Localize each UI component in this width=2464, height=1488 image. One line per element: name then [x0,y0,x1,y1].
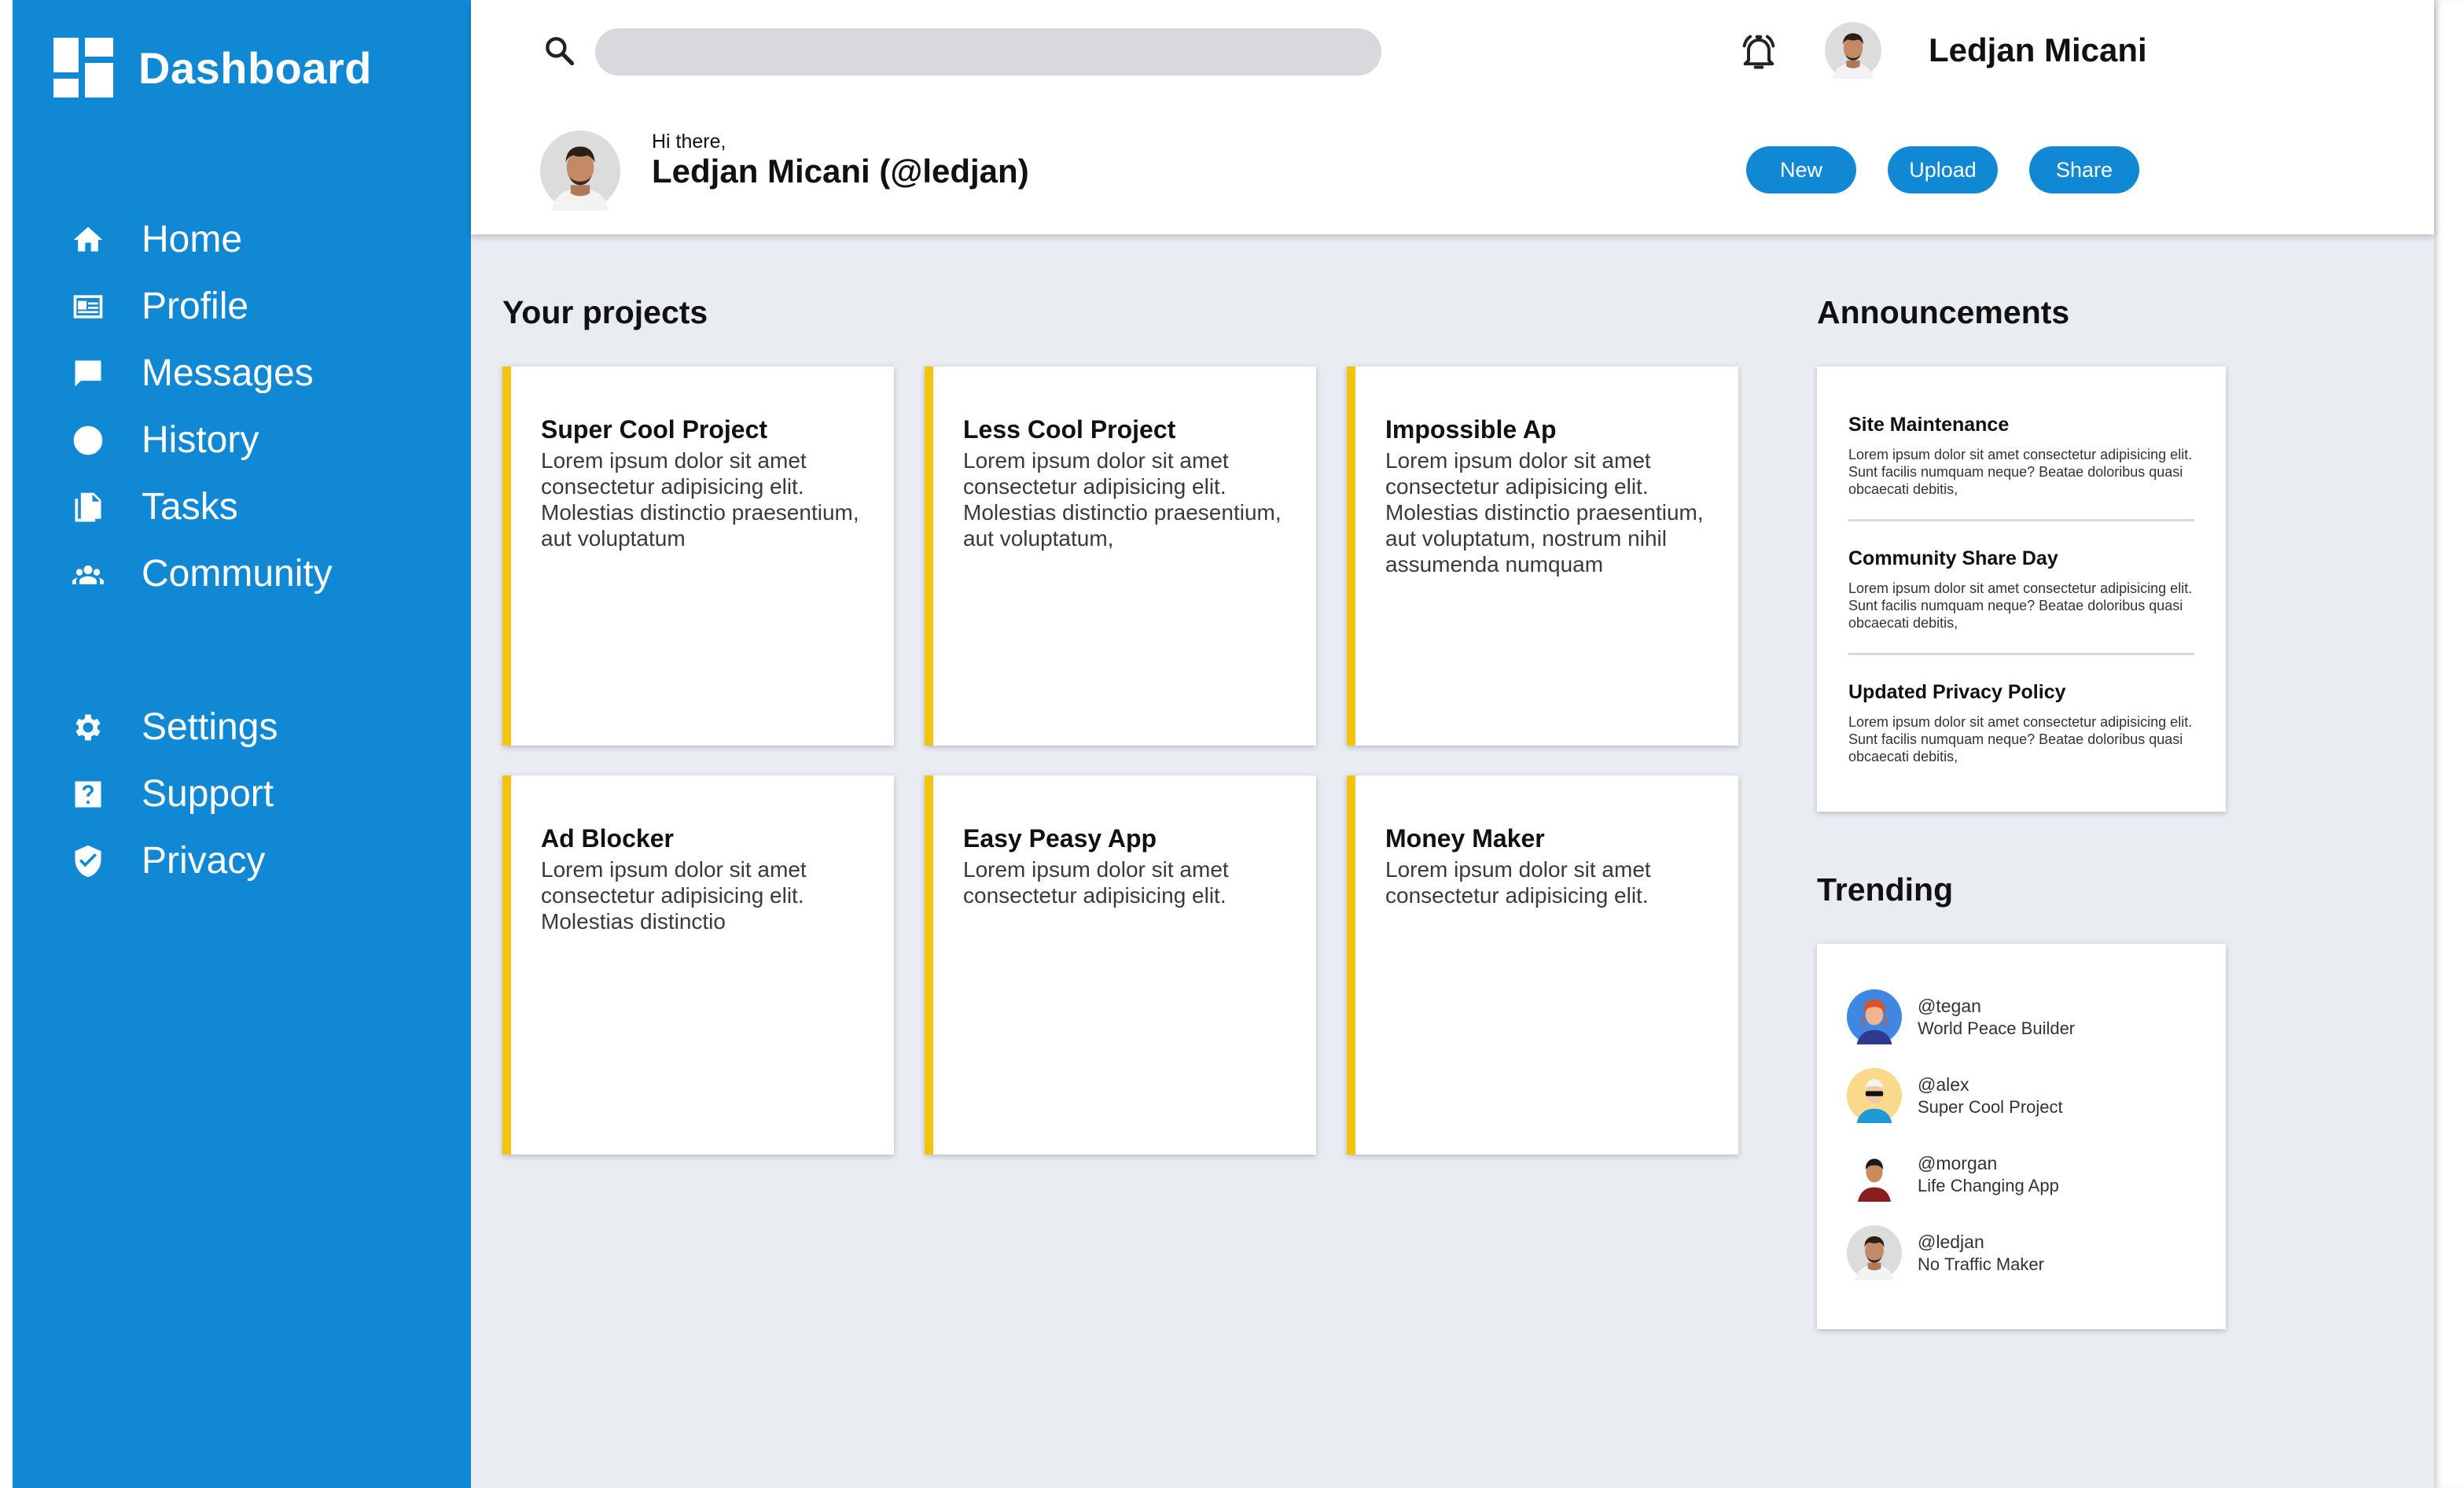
trending-project: No Traffic Maker [1918,1254,2044,1274]
sidebar-item-privacy[interactable]: Privacy [13,827,471,894]
sidebar-item-settings[interactable]: Settings [13,694,471,761]
upload-button[interactable]: Upload [1888,146,1998,193]
trending-project: Life Changing App [1918,1175,2059,1195]
sidebar-item-home[interactable]: Home [13,206,471,273]
project-title: Ad Blocker [541,824,674,853]
trending-item[interactable]: @alex Super Cool Project [1847,1068,2193,1123]
trending-item[interactable]: @tegan World Peace Builder [1847,989,2193,1044]
sidebar-item-profile[interactable]: Profile [13,273,471,340]
trending-project: Super Cool Project [1918,1096,2063,1117]
sidebar-item-label: Home [142,219,243,260]
project-title: Impossible Ap [1385,415,1557,444]
project-title: Money Maker [1385,824,1545,853]
greeting-name: Ledjan Micani (@ledjan) [652,153,1029,190]
gear-icon [68,707,108,748]
divider [1848,519,2194,521]
announcements-title: Announcements [1817,294,2070,330]
search-input[interactable] [595,28,1381,76]
chat-icon [68,353,108,394]
announcement-item[interactable]: Site Maintenance Lorem ipsum dolor sit a… [1848,414,2194,498]
avatar [1847,1147,1902,1202]
announcement-item[interactable]: Community Share Day Lorem ipsum dolor si… [1848,547,2194,632]
sidebar-item-label: Profile [142,285,249,327]
project-card[interactable]: Less Cool Project Lorem ipsum dolor sit … [925,366,1316,746]
projects-title: Your projects [502,294,708,330]
trending-title: Trending [1817,871,1954,908]
brand-title: Dashboard [138,42,372,93]
user-name[interactable]: Ledjan Micani [1929,31,2147,69]
bell-icon[interactable] [1738,31,1779,72]
sidebar-item-label: Privacy [142,840,266,882]
nav-secondary: Settings Support Privacy [13,694,471,894]
trending-handle: @alex [1918,1074,1969,1095]
project-card[interactable]: Impossible Ap Lorem ipsum dolor sit amet… [1347,366,1738,746]
sidebar-item-label: Community [142,553,333,595]
project-card[interactable]: Ad Blocker Lorem ipsum dolor sit amet co… [502,775,894,1155]
trending-handle: @ledjan [1918,1231,1984,1252]
project-description: Lorem ipsum dolor sit amet consectetur a… [541,857,807,934]
nav-primary: Home Profile Messages History Tasks Comm… [13,206,471,607]
announcement-title: Updated Privacy Policy [1848,681,2066,703]
sidebar-item-label: Messages [142,352,314,394]
sidebar-item-label: History [142,419,259,461]
trending-panel: @tegan World Peace Builder @alex Super C… [1817,944,2226,1329]
avatar [1847,989,1902,1044]
trending-handle: @tegan [1918,995,1981,1016]
project-card[interactable]: Super Cool Project Lorem ipsum dolor sit… [502,366,894,746]
documents-icon [68,487,108,528]
sidebar: Dashboard Home Profile Messages History … [13,0,471,1488]
trending-project: World Peace Builder [1918,1018,2076,1038]
project-description: Lorem ipsum dolor sit amet consectetur a… [963,448,1282,551]
project-description: Lorem ipsum dolor sit amet consectetur a… [1385,448,1704,576]
project-description: Lorem ipsum dolor sit amet consectetur a… [963,857,1229,908]
sidebar-item-label: Settings [142,706,278,748]
announcement-text: Lorem ipsum dolor sit amet consectetur a… [1848,447,2193,497]
sidebar-item-community[interactable]: Community [13,540,471,607]
sidebar-item-messages[interactable]: Messages [13,340,471,407]
sidebar-item-label: Support [142,773,274,815]
main-content: Your projects Super Cool Project Lorem i… [471,234,2434,1488]
announcement-text: Lorem ipsum dolor sit amet consectetur a… [1848,580,2193,631]
project-title: Less Cool Project [963,415,1176,444]
search-icon[interactable] [542,33,576,68]
sidebar-item-support[interactable]: Support [13,761,471,827]
brand[interactable]: Dashboard [53,38,372,98]
sidebar-item-label: Tasks [142,486,238,528]
new-button[interactable]: New [1746,146,1856,193]
dashboard-grid-icon [53,38,113,98]
id-card-icon [68,286,108,327]
project-title: Easy Peasy App [963,824,1157,853]
project-description: Lorem ipsum dolor sit amet consectetur a… [1385,857,1651,908]
window-edge [2434,0,2464,1488]
shield-icon [68,841,108,882]
project-card[interactable]: Money Maker Lorem ipsum dolor sit amet c… [1347,775,1738,1155]
announcement-item[interactable]: Updated Privacy Policy Lorem ipsum dolor… [1848,681,2194,765]
announcements-panel: Site Maintenance Lorem ipsum dolor sit a… [1817,366,2226,812]
sidebar-item-history[interactable]: History [13,407,471,473]
project-card[interactable]: Easy Peasy App Lorem ipsum dolor sit ame… [925,775,1316,1155]
announcement-title: Community Share Day [1848,547,2058,569]
greeting-text: Hi there, [652,131,726,153]
divider [1848,653,2194,655]
people-icon [68,554,108,595]
project-title: Super Cool Project [541,415,768,444]
trending-item[interactable]: @morgan Life Changing App [1847,1147,2193,1202]
avatar [1847,1225,1902,1280]
project-description: Lorem ipsum dolor sit amet consectetur a… [541,448,859,551]
trending-item[interactable]: @ledjan No Traffic Maker [1847,1225,2193,1280]
profile-avatar [540,131,620,211]
help-icon [68,774,108,815]
announcement-title: Site Maintenance [1848,414,2010,436]
share-button[interactable]: Share [2029,146,2139,193]
clock-icon [68,420,108,461]
sidebar-item-tasks[interactable]: Tasks [13,473,471,540]
avatar [1847,1068,1902,1123]
trending-handle: @morgan [1918,1152,1998,1173]
header: Ledjan Micani Hi there, Ledjan Micani (@… [471,0,2434,234]
announcement-text: Lorem ipsum dolor sit amet consectetur a… [1848,714,2193,764]
avatar[interactable] [1825,22,1881,79]
home-icon [68,219,108,260]
